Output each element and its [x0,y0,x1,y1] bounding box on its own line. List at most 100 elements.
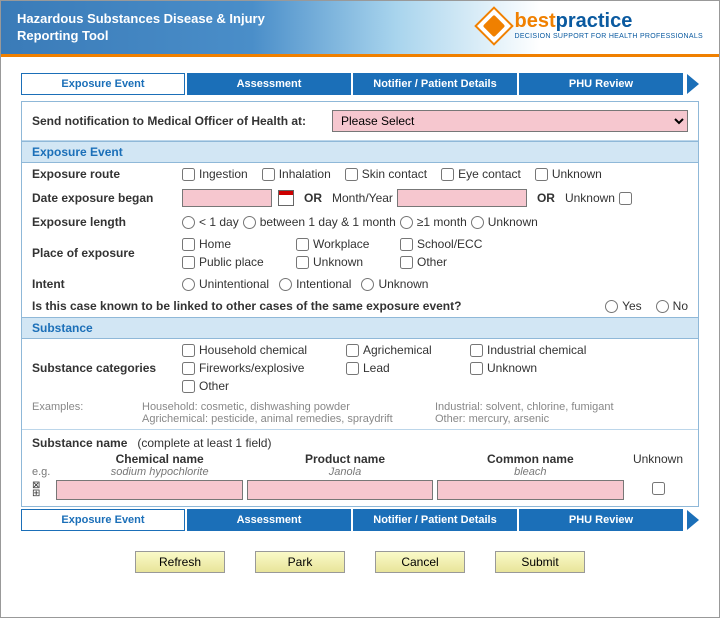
intent-unintentional[interactable]: Unintentional [182,277,269,291]
form-panel: Send notification to Medical Officer of … [21,101,699,507]
tab-exposure-event[interactable]: Exposure Event [21,73,185,95]
cat-agrichemical[interactable]: Agrichemical [346,343,466,357]
or-text-2: OR [537,191,555,205]
or-text-1: OR [304,191,322,205]
eg-label: e.g. [32,466,62,478]
examples-row: Examples: Household: cosmetic, dishwashi… [22,397,698,429]
tab-bottom-phu[interactable]: PHU Review [519,509,683,531]
tabs-next-icon[interactable] [687,74,699,94]
row-handle-icon[interactable]: ⊠⊞ [32,482,52,498]
tabs-top: Exposure Event Assessment Notifier / Pat… [21,73,699,95]
month-year-input[interactable] [397,189,527,207]
place-row: Place of exposure Home Workplace School/… [22,233,698,273]
route-inhalation[interactable]: Inhalation [262,167,331,181]
tab-bottom-notifier[interactable]: Notifier / Patient Details [353,509,517,531]
exposure-length-row: Exposure length < 1 day between 1 day & … [22,211,698,233]
section-substance-header: Substance [22,317,698,339]
place-other[interactable]: Other [400,255,510,269]
place-workplace[interactable]: Workplace [296,237,396,251]
header: Hazardous Substances Disease & Injury Re… [1,1,719,57]
date-exposure-row: Date exposure began OR Month/Year OR Unk… [22,185,698,211]
date-unknown-label: Unknown [565,191,615,205]
cat-household[interactable]: Household chemical [182,343,342,357]
examples-label: Examples: [32,401,102,425]
place-school[interactable]: School/ECC [400,237,510,251]
action-bar: Refresh Park Cancel Submit [21,531,699,597]
intent-label: Intent [32,277,182,291]
substance-inputs-row: ⊠⊞ [22,478,698,506]
cat-lead[interactable]: Lead [346,361,466,375]
linked-yes[interactable]: Yes [605,299,642,313]
notify-row: Send notification to Medical Officer of … [22,102,698,141]
substance-name-row: Substance name (complete at least 1 fiel… [22,429,698,452]
length-lt1[interactable]: < 1 day [182,215,239,229]
col-common: Common name [443,452,618,466]
length-ge1[interactable]: ≥1 month [400,215,467,229]
substance-columns: Chemical name Product name Common name U… [22,452,698,466]
date-exposure-label: Date exposure began [32,191,182,205]
cat-industrial[interactable]: Industrial chemical [470,343,620,357]
linked-question: Is this case known to be linked to other… [32,299,461,313]
substance-examples-row: e.g. sodium hypochlorite Janola bleach [22,466,698,478]
month-year-label: Month/Year [332,191,393,205]
place-label: Place of exposure [32,246,182,260]
eg-common: bleach [443,466,618,478]
place-unknown[interactable]: Unknown [296,255,396,269]
logo: bestpractice DECISION SUPPORT FOR HEALTH… [480,11,703,40]
route-unknown[interactable]: Unknown [535,167,602,181]
section-exposure-header: Exposure Event [22,141,698,163]
route-ingestion[interactable]: Ingestion [182,167,248,181]
substance-name-hint: (complete at least 1 field) [137,436,271,450]
cat-fireworks[interactable]: Fireworks/explosive [182,361,342,375]
eg-product: Janola [257,466,432,478]
tab-assessment[interactable]: Assessment [187,73,351,95]
chemical-name-input[interactable] [56,480,243,500]
tab-bottom-assessment[interactable]: Assessment [187,509,351,531]
cat-unknown[interactable]: Unknown [470,361,620,375]
calendar-icon[interactable] [278,190,294,206]
substance-name-label: Substance name [32,436,127,450]
examples-col-1: Household: cosmetic, dishwashing powder … [142,401,395,425]
substance-cat-label: Substance categories [32,361,182,375]
examples-col-2: Industrial: solvent, chlorine, fumigant … [435,401,688,425]
substance-unknown-checkbox[interactable] [652,482,665,495]
intent-unknown[interactable]: Unknown [361,277,428,291]
logo-wordmark: bestpractice [514,11,703,31]
tab-phu-review[interactable]: PHU Review [519,73,683,95]
substance-cat-row: Substance categories Household chemical … [22,339,698,397]
notify-select[interactable]: Please Select [332,110,688,132]
date-unknown-checkbox[interactable] [619,192,632,205]
route-eye[interactable]: Eye contact [441,167,521,181]
park-button[interactable]: Park [255,551,345,573]
route-skin[interactable]: Skin contact [345,167,427,181]
intent-intentional[interactable]: Intentional [279,277,351,291]
linked-row: Is this case known to be linked to other… [22,295,698,317]
cancel-button[interactable]: Cancel [375,551,465,573]
cat-other[interactable]: Other [182,379,342,393]
col-chemical: Chemical name [72,452,247,466]
tab-notifier-patient[interactable]: Notifier / Patient Details [353,73,517,95]
logo-tagline: DECISION SUPPORT FOR HEALTH PROFESSIONAL… [514,33,703,40]
eg-chemical: sodium hypochlorite [72,466,247,478]
exposure-length-label: Exposure length [32,215,182,229]
app-title: Hazardous Substances Disease & Injury Re… [17,11,277,45]
date-exposure-input[interactable] [182,189,272,207]
length-between[interactable]: between 1 day & 1 month [243,215,396,229]
tabs-bottom-next-icon[interactable] [687,510,699,530]
place-home[interactable]: Home [182,237,292,251]
intent-row: Intent Unintentional Intentional Unknown [22,273,698,295]
submit-button[interactable]: Submit [495,551,585,573]
product-name-input[interactable] [247,480,434,500]
logo-icon [475,6,515,46]
app-frame: Hazardous Substances Disease & Injury Re… [0,0,720,618]
tab-bottom-exposure[interactable]: Exposure Event [21,509,185,531]
notify-label: Send notification to Medical Officer of … [32,114,332,128]
linked-no[interactable]: No [656,299,688,313]
exposure-route-label: Exposure route [32,167,182,181]
place-public[interactable]: Public place [182,255,292,269]
tabs-bottom: Exposure Event Assessment Notifier / Pat… [21,509,699,531]
exposure-route-row: Exposure route Ingestion Inhalation Skin… [22,163,698,185]
common-name-input[interactable] [437,480,624,500]
refresh-button[interactable]: Refresh [135,551,225,573]
length-unknown[interactable]: Unknown [471,215,538,229]
